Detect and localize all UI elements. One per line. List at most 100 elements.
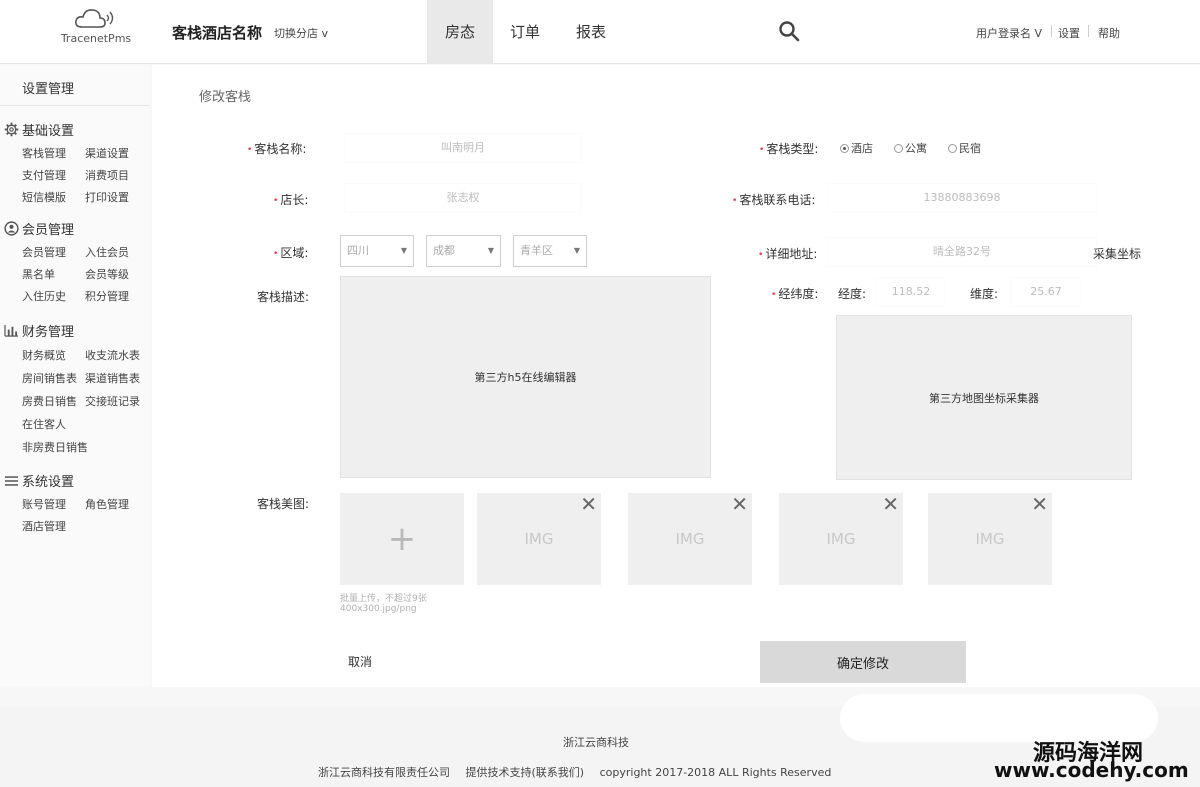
dropdown-caret-icon: ▼ xyxy=(573,246,580,255)
sidebar-item-non-room-sales[interactable]: 非房费日销售 xyxy=(22,439,88,455)
type-option-apartment[interactable]: 公寓 xyxy=(894,140,927,156)
sidebar-group-members[interactable]: 会员管理 xyxy=(4,219,74,238)
sidebar-item-daily-room-sales[interactable]: 房费日销售 xyxy=(22,393,77,409)
sidebar-group-label: 基础设置 xyxy=(22,124,75,139)
sidebar-item-channel-settings[interactable]: 渠道设置 xyxy=(85,145,129,161)
sidebar-item-shift-records[interactable]: 交接班记录 xyxy=(85,393,140,409)
app-logo[interactable]: TracenetPms xyxy=(60,6,132,46)
settings-link[interactable]: 设置 xyxy=(1058,25,1080,41)
tab-room-status[interactable]: 房态 xyxy=(427,0,493,64)
sidebar-item-consumption-items[interactable]: 消费项目 xyxy=(85,167,129,183)
sidebar-group-system[interactable]: 系统设置 xyxy=(4,471,74,490)
type-option-hotel[interactable]: 酒店 xyxy=(840,140,873,156)
header-divider xyxy=(1088,25,1089,37)
image-thumbnail: IMG ✕ xyxy=(928,493,1052,585)
map-coordinate-picker[interactable]: 第三方地图坐标采集器 xyxy=(836,315,1132,480)
sidebar-item-cash-flow[interactable]: 收支流水表 xyxy=(85,347,140,363)
logo-text: TracenetPms xyxy=(60,32,132,45)
menu-lines-icon xyxy=(4,475,19,486)
sidebar-item-print-settings[interactable]: 打印设置 xyxy=(85,189,129,205)
sidebar-group-basic[interactable]: 基础设置 xyxy=(4,120,74,139)
user-menu[interactable]: 用户登录名 V xyxy=(976,25,1042,41)
collect-coords-button[interactable]: 采集坐标 xyxy=(1093,245,1141,262)
province-select[interactable]: 四川 ▼ xyxy=(340,235,414,267)
sidebar-item-points-mgmt[interactable]: 积分管理 xyxy=(85,288,129,304)
switch-branch-dropdown[interactable]: 切换分店 v xyxy=(274,25,328,41)
longitude-input[interactable]: 118.52 xyxy=(876,277,946,307)
close-icon[interactable]: ✕ xyxy=(1031,494,1048,514)
sidebar-item-role-mgmt[interactable]: 角色管理 xyxy=(85,496,129,512)
longitude-label: 经度: xyxy=(838,287,867,301)
close-icon[interactable]: ✕ xyxy=(580,494,597,514)
sidebar-item-current-guests[interactable]: 在住客人 xyxy=(22,416,66,432)
sidebar-item-checkin-history[interactable]: 入住历史 xyxy=(22,288,66,304)
district-select[interactable]: 青羊区 ▼ xyxy=(513,235,587,267)
sidebar-title: 设置管理 xyxy=(22,82,75,97)
footer-info: 浙江云商科技有限责任公司 提供技术支持(联系我们) copyright 2017… xyxy=(318,764,843,780)
hotel-name: 客栈酒店名称 xyxy=(172,24,263,42)
images-label: 客栈美图: xyxy=(257,497,310,511)
main-content: 修改客栈 • 客栈名称: 叫南明月 • 客栈类型: 酒店 公寓 民宿 • 店长: 张志… xyxy=(152,65,1200,687)
hotel-name-label: • 客栈名称: xyxy=(247,142,307,156)
address-input[interactable]: 晴全路32号 xyxy=(827,237,1097,267)
close-icon[interactable]: ✕ xyxy=(882,494,899,514)
image-placeholder-text: IMG xyxy=(975,530,1005,548)
manager-label: • 店长: xyxy=(273,193,309,207)
sidebar-divider xyxy=(0,105,150,106)
sidebar-item-checkin-members[interactable]: 入住会员 xyxy=(85,244,129,260)
help-link[interactable]: 帮助 xyxy=(1098,25,1120,41)
sidebar-item-channel-sales[interactable]: 渠道销售表 xyxy=(85,370,140,386)
upload-hint-size: 400x300.jpg/png xyxy=(340,604,417,614)
close-icon[interactable]: ✕ xyxy=(731,494,748,514)
header-divider xyxy=(1051,25,1052,37)
radio-unchecked-icon xyxy=(894,143,903,153)
tab-orders[interactable]: 订单 xyxy=(500,0,550,64)
manager-input[interactable]: 张志权 xyxy=(344,183,582,213)
plus-icon: + xyxy=(387,519,417,559)
address-label: • 详细地址: xyxy=(758,247,818,261)
top-header: TracenetPms 客栈酒店名称 切换分店 v 房态 订单 报表 用户登录名… xyxy=(0,0,1200,64)
image-placeholder-text: IMG xyxy=(524,530,554,548)
sidebar-item-member-levels[interactable]: 会员等级 xyxy=(85,266,129,282)
confirm-edit-button[interactable]: 确定修改 xyxy=(760,641,966,683)
sidebar-item-sms-templates[interactable]: 短信模版 xyxy=(22,189,66,205)
sidebar-item-finance-overview[interactable]: 财务概览 xyxy=(22,347,66,363)
coords-label: • 经纬度: xyxy=(771,287,819,301)
search-icon[interactable] xyxy=(778,20,800,45)
sidebar-item-hotel-mgmt[interactable]: 客栈管理 xyxy=(22,145,66,161)
footer-copyright: copyright 2017-2018 ALL Rights Reserved xyxy=(599,766,832,779)
tab-reports[interactable]: 报表 xyxy=(566,0,616,64)
sidebar-group-finance[interactable]: 财务管理 xyxy=(4,321,74,340)
sidebar-item-room-sales[interactable]: 房间销售表 xyxy=(22,370,77,386)
type-option-homestay[interactable]: 民宿 xyxy=(948,140,981,156)
sidebar-item-payment-mgmt[interactable]: 支付管理 xyxy=(22,167,66,183)
gear-icon xyxy=(4,122,19,137)
footer-support-link[interactable]: 提供技术支持(联系我们) xyxy=(466,766,585,779)
cancel-button[interactable]: 取消 xyxy=(348,653,372,670)
sidebar: 设置管理 基础设置 客栈管理 渠道设置 支付管理 消费项目 短信模版 打印设置 … xyxy=(0,65,150,687)
watermark-url: www.codehy.com xyxy=(994,758,1189,782)
member-icon xyxy=(4,221,19,236)
cloud-wifi-icon xyxy=(75,9,114,28)
dropdown-caret-icon: ▼ xyxy=(487,246,494,255)
sidebar-group-label: 会员管理 xyxy=(22,223,75,238)
image-upload-button[interactable]: + xyxy=(340,493,464,585)
latitude-input[interactable]: 25.67 xyxy=(1010,277,1082,307)
hotel-type-label: • 客栈类型: xyxy=(759,142,819,156)
image-thumbnail: IMG ✕ xyxy=(779,493,903,585)
sidebar-group-label: 系统设置 xyxy=(22,475,75,490)
phone-input[interactable]: 13880883698 xyxy=(827,183,1097,213)
image-thumbnail: IMG ✕ xyxy=(477,493,601,585)
sidebar-item-member-mgmt[interactable]: 会员管理 xyxy=(22,244,66,260)
sidebar-item-hotel-admin[interactable]: 酒店管理 xyxy=(22,518,66,534)
hotel-name-input[interactable]: 叫南明月 xyxy=(344,133,582,163)
rich-text-editor[interactable]: 第三方h5在线编辑器 xyxy=(340,276,711,478)
dropdown-caret-icon: ▼ xyxy=(400,246,407,255)
phone-label: • 客栈联系电话: xyxy=(732,193,816,207)
sidebar-item-account-mgmt[interactable]: 账号管理 xyxy=(22,496,66,512)
image-placeholder-text: IMG xyxy=(675,530,705,548)
city-select[interactable]: 成都 ▼ xyxy=(426,235,501,267)
sidebar-item-blacklist[interactable]: 黑名单 xyxy=(22,266,55,282)
radio-checked-icon xyxy=(840,143,849,153)
required-mark: • xyxy=(247,144,253,155)
